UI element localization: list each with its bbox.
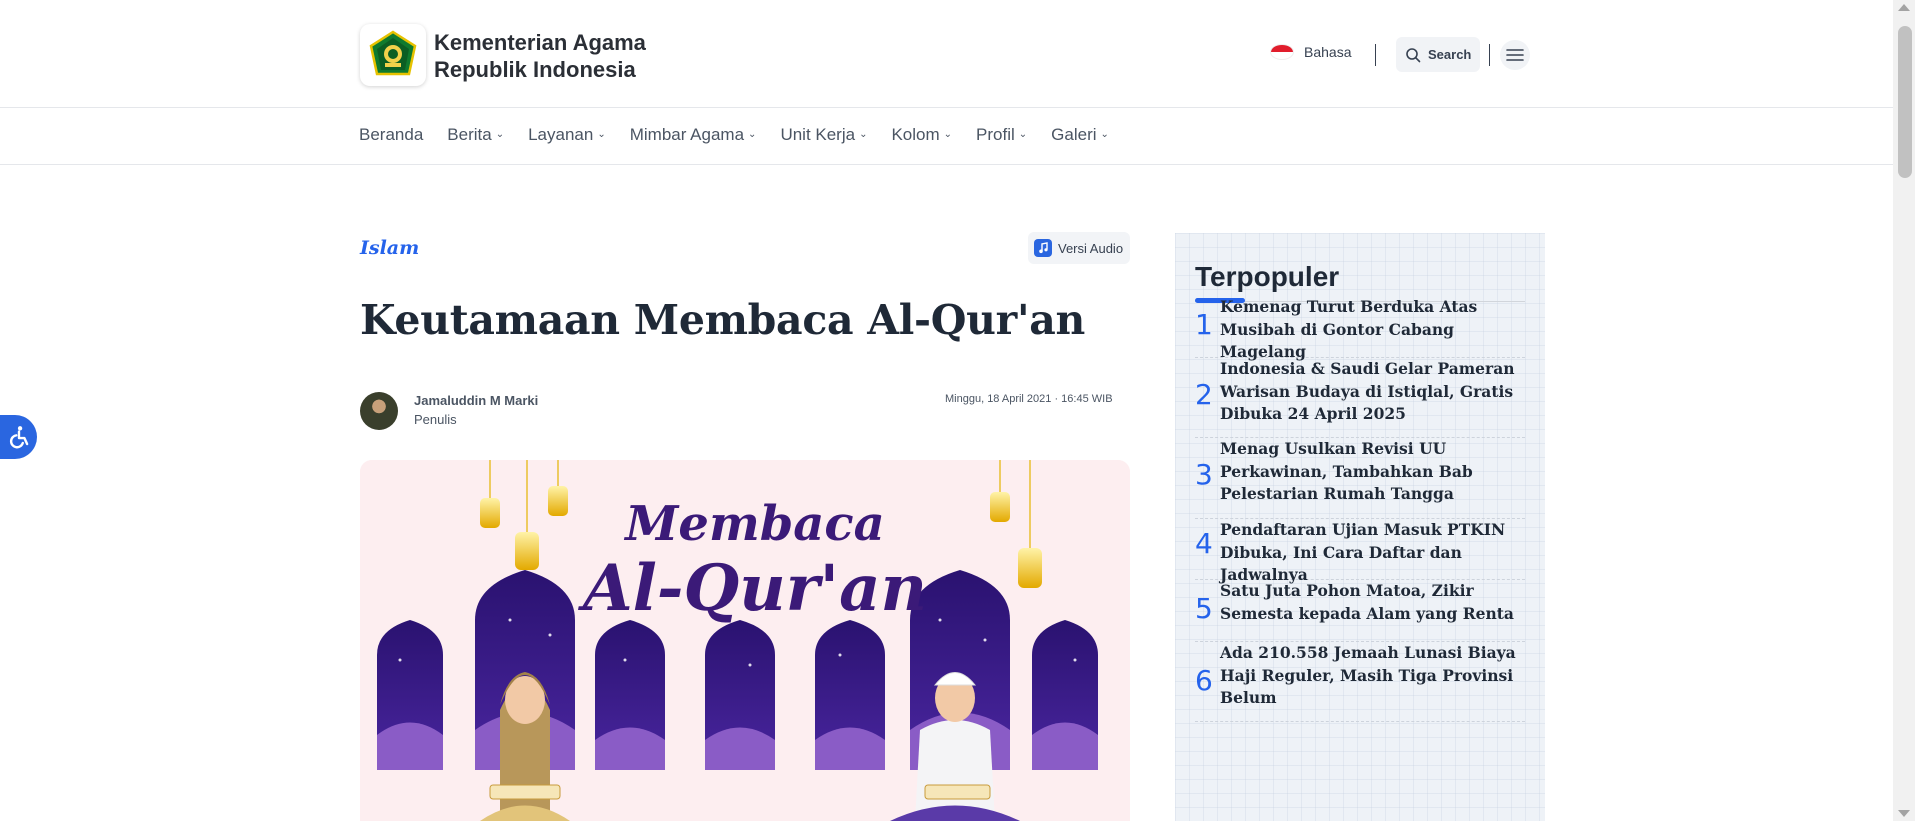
- nav-item-berita[interactable]: Berita ⌄: [447, 125, 504, 145]
- popular-sidebar: Terpopuler 1 Kemenag Turut Berduka Atas M…: [1175, 233, 1545, 821]
- accessibility-button[interactable]: [0, 415, 37, 459]
- nav-item-label: Profil: [976, 125, 1015, 144]
- chevron-down-icon: ⌄: [748, 128, 757, 140]
- popular-item-title[interactable]: Menag Usulkan Revisi UU Perkawinan, Tamb…: [1220, 438, 1530, 506]
- scroll-up-arrow-icon[interactable]: [1898, 4, 1910, 11]
- audio-label: Versi Audio: [1058, 240, 1124, 256]
- search-icon: [1406, 47, 1421, 62]
- popular-item-title[interactable]: Ada 210.558 Jemaah Lunasi Biaya Haji Reg…: [1220, 642, 1530, 710]
- popular-item-rank: 5: [1195, 592, 1213, 625]
- site-header: Kementerian Agama Republik Indonesia Bah…: [0, 0, 1893, 108]
- chevron-down-icon: ⌄: [1100, 128, 1109, 140]
- popular-item-title[interactable]: Indonesia & Saudi Gelar Pameran Warisan …: [1220, 358, 1530, 426]
- nav-item-label: Unit Kerja: [780, 125, 856, 144]
- divider: [1375, 44, 1376, 66]
- popular-item[interactable]: 1 Kemenag Turut Berduka Atas Musibah di G…: [1195, 296, 1525, 361]
- search-label: Search: [1428, 47, 1472, 62]
- article-title: Keutamaan Membaca Al-Qur'an: [360, 296, 1085, 344]
- divider: [1489, 44, 1490, 66]
- article-hero-image: Membaca Al-Qur'an: [360, 460, 1130, 821]
- music-note-icon: [1034, 239, 1052, 257]
- popular-item-rank: 6: [1195, 664, 1213, 697]
- hamburger-menu-button[interactable]: [1500, 40, 1530, 70]
- popular-item[interactable]: 5 Satu Juta Pohon Matoa, Zikir Semesta ke…: [1195, 580, 1525, 642]
- popular-item[interactable]: 4 Pendaftaran Ujian Masuk PTKIN Dibuka, I…: [1195, 519, 1525, 584]
- page-scrollbar[interactable]: [1893, 0, 1915, 821]
- nav-item-layanan[interactable]: Layanan ⌄: [528, 125, 606, 145]
- nav-item-mimbar-agama[interactable]: Mimbar Agama ⌄: [630, 125, 757, 145]
- popular-item-title[interactable]: Kemenag Turut Berduka Atas Musibah di Go…: [1220, 296, 1530, 364]
- author-name[interactable]: Jamaluddin M Marki: [414, 393, 538, 408]
- indonesia-flag-icon: [1270, 44, 1294, 60]
- language-selector[interactable]: Bahasa: [1270, 44, 1351, 60]
- scroll-down-arrow-icon[interactable]: [1898, 810, 1910, 817]
- kemenag-logo[interactable]: [360, 24, 426, 86]
- popular-item-title[interactable]: Satu Juta Pohon Matoa, Zikir Semesta kep…: [1220, 580, 1530, 625]
- popular-item[interactable]: 2 Indonesia & Saudi Gelar Pameran Warisan…: [1195, 358, 1525, 438]
- nav-item-label: Kolom: [891, 125, 940, 144]
- popular-item-rank: 3: [1195, 458, 1213, 491]
- chevron-down-icon: ⌄: [859, 128, 868, 140]
- language-label: Bahasa: [1304, 44, 1352, 60]
- nav-item-profil[interactable]: Profil ⌄: [976, 125, 1027, 145]
- hero-text-line-2: Al-Qur'an: [578, 551, 927, 626]
- nav-item-galeri[interactable]: Galeri ⌄: [1051, 125, 1109, 145]
- popular-item-rank: 2: [1195, 378, 1213, 411]
- popular-item-rank: 1: [1195, 308, 1213, 341]
- author-avatar[interactable]: [360, 392, 398, 430]
- wheelchair-icon: [9, 426, 28, 449]
- sidebar-title: Terpopuler: [1195, 261, 1340, 292]
- popular-item[interactable]: 6 Ada 210.558 Jemaah Lunasi Biaya Haji Re…: [1195, 642, 1525, 722]
- nav-item-label: Mimbar Agama: [629, 125, 745, 144]
- nav-item-label: Beranda: [359, 125, 424, 144]
- nav-item-beranda[interactable]: Beranda: [359, 125, 423, 145]
- popular-item-rank: 4: [1195, 527, 1213, 560]
- nav-item-label: Layanan: [528, 125, 594, 144]
- nav-item-kolom[interactable]: Kolom ⌄: [891, 125, 952, 145]
- nav-item-label: Berita: [447, 125, 492, 144]
- search-button[interactable]: Search: [1396, 37, 1480, 72]
- popular-item-title[interactable]: Pendaftaran Ujian Masuk PTKIN Dibuka, In…: [1220, 519, 1530, 587]
- audio-version-button[interactable]: Versi Audio: [1028, 232, 1130, 264]
- chevron-down-icon: ⌄: [597, 128, 606, 140]
- nav-item-unit-kerja[interactable]: Unit Kerja ⌄: [780, 125, 867, 145]
- chevron-down-icon: ⌄: [943, 128, 953, 140]
- brand-line-2: Republik Indonesia: [434, 57, 636, 82]
- hero-illustration: Membaca Al-Qur'an: [360, 460, 1130, 821]
- chevron-down-icon: ⌄: [1018, 128, 1028, 140]
- hamburger-icon: [1506, 49, 1524, 61]
- main-nav: Beranda Berita ⌄ Layanan ⌄ Mimbar Agama ⌄ Unit …: [0, 109, 1893, 165]
- hero-text-line-1: Membaca: [623, 496, 884, 552]
- article-category-link[interactable]: Islam: [360, 237, 419, 259]
- brand-line-1: Kementerian Agama: [434, 30, 646, 55]
- popular-item[interactable]: 3 Menag Usulkan Revisi UU Perkawinan, Tam…: [1195, 438, 1525, 519]
- nav-item-label: Galeri: [1051, 125, 1097, 144]
- nav-list: Beranda Berita ⌄ Layanan ⌄ Mimbar Agama ⌄ Unit …: [359, 125, 1109, 145]
- author-role: Penulis: [414, 412, 457, 427]
- scrollbar-thumb[interactable]: [1898, 26, 1912, 178]
- brand-name[interactable]: Kementerian Agama Republik Indonesia: [434, 29, 646, 83]
- publish-date: Minggu, 18 April 2021 · 16:45 WIB: [945, 393, 1113, 405]
- chevron-down-icon: ⌄: [495, 128, 505, 140]
